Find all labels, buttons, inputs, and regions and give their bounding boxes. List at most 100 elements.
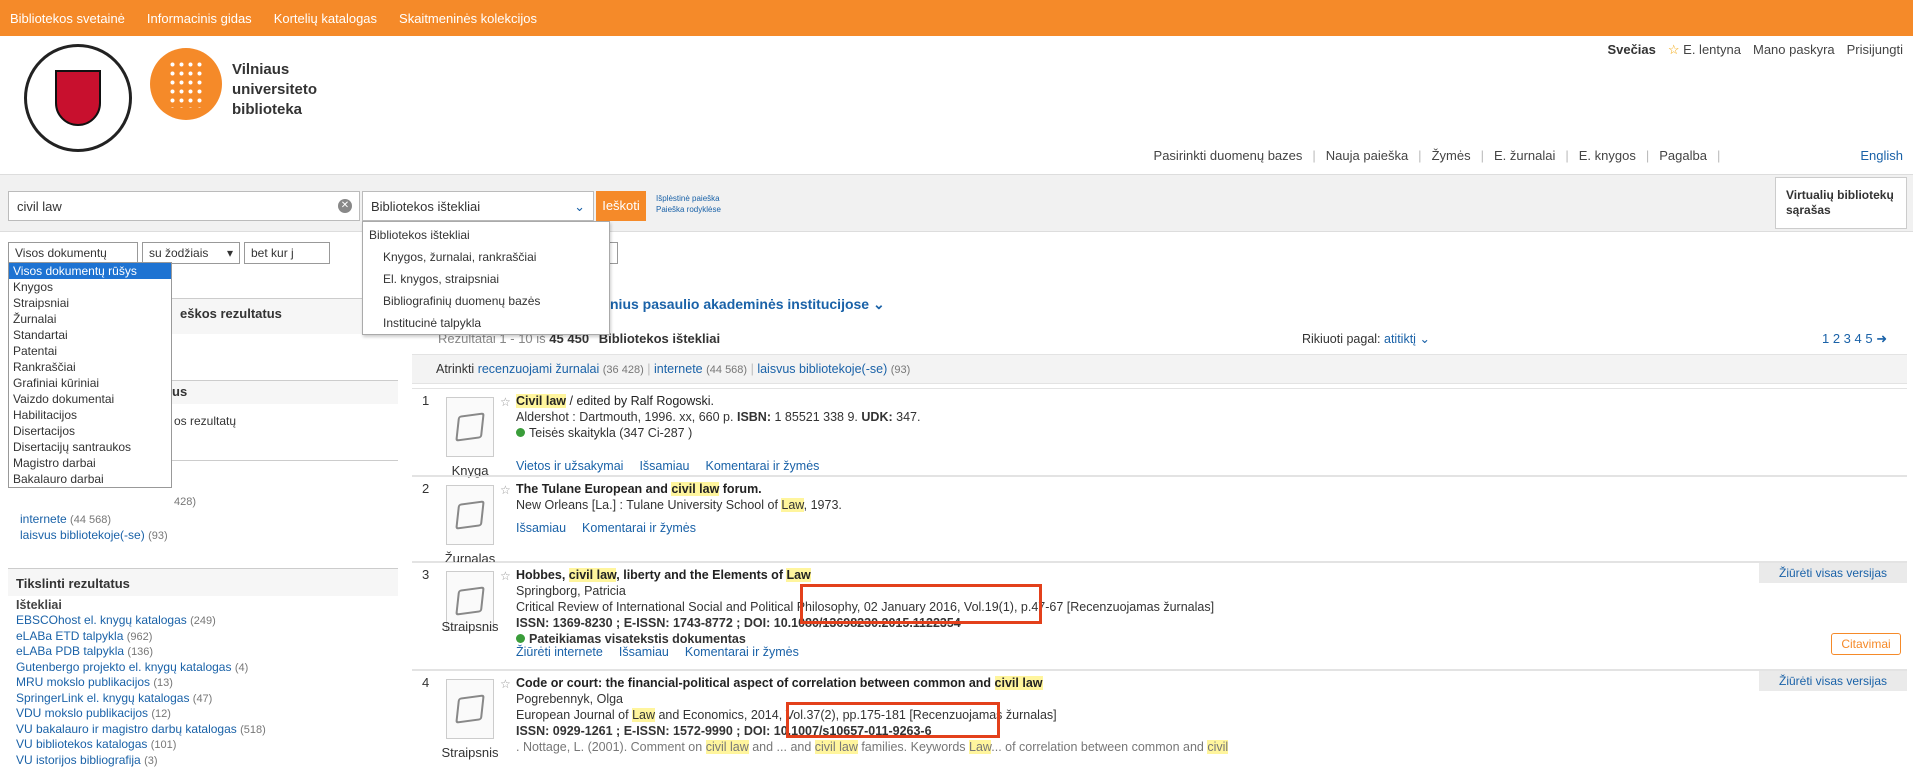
arrow-right-icon[interactable]: ➜ [1876,331,1887,346]
source-item: VU bibliotekos katalogas (101) [16,737,177,751]
doctype-option[interactable]: Disertacijos [9,423,171,439]
doctype-option[interactable]: Rankraščiai [9,359,171,375]
user-menu: Svečias ☆ E. lentyna Mano paskyra Prisij… [1607,42,1903,58]
scope-option[interactable]: Institucinė talpykla [363,312,609,334]
star-icon[interactable]: ☆ [500,569,511,583]
star-icon[interactable]: ☆ [500,483,511,497]
refine-available[interactable]: laisvus bibliotekoje(-se) [757,362,887,376]
doctype-option[interactable]: Visos dokumentų rūšys [9,263,171,279]
result-item[interactable]: 2 Žurnalas ☆ The Tulane European and civ… [412,476,1907,566]
scope-option[interactable]: Bibliotekos ištekliai [363,224,609,246]
topnav-digital-collections[interactable]: Skaitmeninės kolekcijos [399,11,537,26]
nav-ejournals[interactable]: E. žurnalai [1494,148,1555,163]
refine-online[interactable]: internete [654,362,703,376]
search-button[interactable]: Ieškoti [596,191,646,221]
institutions-link[interactable]: nius pasaulio akademinės institucijose ⌄ [610,296,885,313]
result-title[interactable]: Civil law / edited by Ralf Rogowski. [516,393,920,409]
source-item: VDU mokslo publikacijos (12) [16,706,171,720]
library-logo[interactable] [150,48,222,120]
result-actions: Išsamiau Komentarai ir žymės [516,521,696,535]
university-seal-logo[interactable] [24,44,132,152]
result-title[interactable]: Hobbes, civil law, liberty and the Eleme… [516,567,1214,583]
refine-peer-reviewed[interactable]: recenzuojami žurnalai [478,362,600,376]
details-link[interactable]: Išsamiau [639,459,689,473]
source-item: eLABa ETD talpykla (962) [16,628,153,643]
virtual-libraries-button[interactable]: Virtualių bibliotekų sąrašas [1775,177,1907,229]
view-online-link[interactable]: Žiūrėti internete [516,645,603,659]
pagination[interactable]: 1 2 3 4 5 ➜ [1822,331,1887,347]
nav-tags[interactable]: Žymės [1432,148,1471,163]
topnav-library-site[interactable]: Bibliotekos svetainė [10,11,125,26]
index-search-link[interactable]: Paieška rodyklėse [656,204,721,215]
where-select[interactable]: bet kur j [244,242,330,264]
result-item[interactable]: 1 Knyga ☆ Civil law / edited by Ralf Rog… [412,388,1907,478]
details-link[interactable]: Išsamiau [619,645,669,659]
article-thumbnail[interactable] [446,679,494,739]
search-scope-select[interactable]: Bibliotekos ištekliai ⌄ [362,191,594,221]
source-item: VU istorijos bibliografija (3) [16,752,158,767]
login-link[interactable]: Prisijungti [1847,42,1903,58]
scope-option[interactable]: El. knygos, straipsniai [363,268,609,290]
doctype-option[interactable]: Disertacijų santraukos [9,439,171,455]
star-icon[interactable]: ☆ [500,677,511,691]
details-link[interactable]: Išsamiau [516,521,566,535]
search-input[interactable]: civil law [8,191,360,221]
account-link[interactable]: Mano paskyra [1753,42,1835,58]
nav-ebooks[interactable]: E. knygos [1579,148,1636,163]
advanced-search-link[interactable]: Išplėstinė paieška [656,193,721,204]
doctype-option[interactable]: Standartai [9,327,171,343]
journal-icon [455,500,485,530]
topnav-info-guide[interactable]: Informacinis gidas [147,11,252,26]
comments-link[interactable]: Komentarai ir žymės [582,521,696,535]
locations-link[interactable]: Vietos ir užsakymai [516,459,623,473]
doctype-option[interactable]: Patentai [9,343,171,359]
doctype-select[interactable]: Visos dokumentų rūšys ▾ [8,242,138,280]
sidebar-text-partial: os rezultatų [174,414,237,428]
doctype-option[interactable]: Grafiniai kūriniai [9,375,171,391]
result-item[interactable]: 4 Straipsnis ☆ Žiūrėti visas versijas Co… [412,670,1907,770]
refine-heading: Tikslinti rezultatus [16,576,130,591]
star-icon[interactable]: ☆ [500,395,511,409]
result-title[interactable]: The Tulane European and civil law forum. [516,481,842,497]
doctype-option[interactable]: Knygos [9,279,171,295]
doctype-option[interactable]: Vaizdo dokumentai [9,391,171,407]
nav-help[interactable]: Pagalba [1659,148,1707,163]
advanced-search-links: Išplėstinė paieška Paieška rodyklėse [656,193,721,215]
result-snippet: . Nottage, L. (2001). Comment on civil l… [516,740,1229,754]
doctype-option[interactable]: Habilitacijos [9,407,171,423]
doctype-option[interactable]: Žurnalai [9,311,171,327]
book-icon [455,412,485,442]
doctype-option[interactable]: Magistro darbai [9,455,171,471]
topnav-card-catalog[interactable]: Kortelių katalogas [274,11,377,26]
doi-highlight-box [800,584,1042,624]
comments-link[interactable]: Komentarai ir žymės [705,459,819,473]
scope-option[interactable]: Bibliografinių duomenų bazės [363,290,609,312]
citations-button[interactable]: Citavimai [1831,633,1901,655]
comments-link[interactable]: Komentarai ir žymės [685,645,799,659]
nav-new-search[interactable]: Nauja paieška [1326,148,1408,163]
clear-search-icon[interactable]: ✕ [338,199,352,213]
sidebar-online-link[interactable]: internete (44 568) [20,512,111,526]
all-versions-link[interactable]: Žiūrėti visas versijas [1759,563,1907,583]
result-item[interactable]: 3 Straipsnis ☆ Žiūrėti visas versijas Ho… [412,562,1907,670]
source-item: SpringerLink el. knygų katalogas (47) [16,690,213,705]
source-item: Gutenbergo projekto el. knygų katalogas … [16,659,249,674]
nav-select-databases[interactable]: Pasirinkti duomenų bazes [1154,148,1303,163]
result-title[interactable]: Code or court: the financial-political a… [516,675,1228,691]
secondary-nav: Pasirinkti duomenų bazes | Nauja paieška |… [1154,148,1903,163]
result-actions: Vietos ir užsakymai Išsamiau Komentarai … [516,459,819,473]
doctype-option[interactable]: Bakalauro darbai [9,471,171,487]
all-versions-link[interactable]: Žiūrėti visas versijas [1759,671,1907,691]
guest-label: Svečias [1607,42,1656,57]
language-switch[interactable]: English [1860,148,1903,163]
sort-control[interactable]: Rikiuoti pagal: atitiktį ⌄ [1302,331,1430,346]
words-select[interactable]: su žodžiais ▾ [142,242,240,264]
sidebar-available-link[interactable]: laisvus bibliotekoje(-se) (93) [20,528,168,542]
sources-list: EBSCOhost el. knygų katalogas (249) eLAB… [16,613,266,768]
scope-option[interactable]: Knygos, žurnalai, rankraščiai [363,246,609,268]
coat-of-arms-icon [55,70,101,126]
journal-thumbnail[interactable] [446,485,494,545]
doctype-option[interactable]: Straipsniai [9,295,171,311]
eshelf-link[interactable]: ☆ E. lentyna [1668,42,1741,58]
book-thumbnail[interactable] [446,397,494,457]
